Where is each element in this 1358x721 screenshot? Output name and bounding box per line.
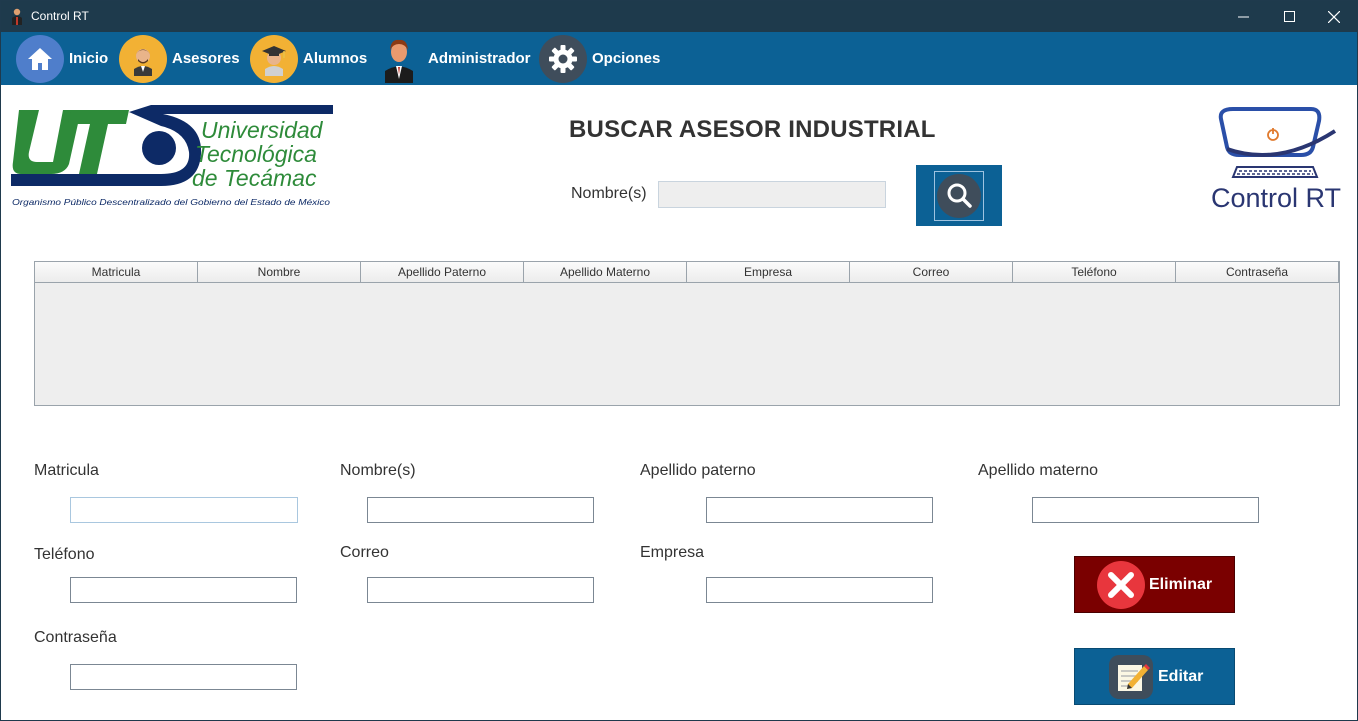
gear-icon (539, 34, 587, 83)
column-header-contrasena[interactable]: Contraseña (1176, 262, 1339, 282)
ut-logo-line2: Tecnológica (195, 141, 317, 167)
nombre-label: Nombre(s) (340, 462, 416, 479)
title-bar: Control RT (1, 1, 1357, 32)
matricula-field[interactable] (70, 497, 298, 523)
control-rt-logo-text: Control RT (1211, 183, 1342, 213)
window-title: Control RT (31, 9, 89, 23)
menu-item-administrador[interactable]: Administrador (375, 32, 531, 85)
results-table[interactable]: Matricula Nombre Apellido Paterno Apelli… (34, 261, 1340, 406)
search-button-focus (934, 170, 984, 221)
column-header-matricula[interactable]: Matricula (35, 262, 198, 282)
menu-item-opciones[interactable]: Opciones (539, 32, 660, 85)
ut-logo-line3: de Tecámac (192, 165, 317, 191)
column-header-empresa[interactable]: Empresa (687, 262, 850, 282)
menu-item-inicio[interactable]: Inicio (16, 32, 108, 85)
ut-logo: Universidad Tecnológica de Tecámac Organ… (11, 105, 333, 207)
empresa-label: Empresa (640, 544, 705, 561)
search-button[interactable] (916, 165, 1002, 226)
column-header-correo[interactable]: Correo (850, 262, 1013, 282)
advisor-icon (119, 34, 167, 83)
apellido-paterno-label: Apellido paterno (640, 462, 756, 479)
matricula-label: Matricula (34, 462, 99, 479)
column-header-apellido-paterno[interactable]: Apellido Paterno (361, 262, 524, 282)
menu-label-alumnos: Alumnos (303, 50, 368, 67)
delete-icon (1097, 560, 1145, 609)
correo-label: Correo (340, 544, 389, 561)
graduate-icon (250, 34, 298, 83)
computer-icon (1218, 107, 1337, 178)
menu-item-asesores[interactable]: Asesores (119, 32, 240, 85)
menu-label-opciones: Opciones (592, 50, 661, 67)
apellido-materno-label: Apellido materno (978, 462, 1099, 479)
app-icon (12, 8, 22, 25)
edit-button[interactable]: Editar (1074, 648, 1235, 705)
telefono-field[interactable] (70, 577, 297, 603)
maximize-button[interactable] (1266, 1, 1312, 32)
menu-label-inicio: Inicio (69, 50, 109, 67)
column-header-nombre[interactable]: Nombre (198, 262, 361, 282)
table-header: Matricula Nombre Apellido Paterno Apelli… (35, 262, 1339, 283)
telefono-label: Teléfono (34, 546, 95, 563)
control-rt-logo: Control RT (1209, 105, 1349, 215)
search-icon (937, 173, 981, 218)
close-icon (1328, 10, 1340, 23)
home-icon (16, 34, 64, 83)
search-label: Nombre(s) (571, 185, 647, 202)
column-header-telefono[interactable]: Teléfono (1013, 262, 1176, 282)
ut-logo-line1: Universidad (201, 117, 324, 143)
delete-button-label: Eliminar (1149, 575, 1213, 593)
maximize-icon (1283, 11, 1295, 22)
delete-button[interactable]: Eliminar (1074, 556, 1235, 613)
apellido-materno-field[interactable] (1032, 497, 1259, 523)
search-input[interactable] (658, 181, 886, 208)
correo-field[interactable] (367, 577, 594, 603)
page-title: BUSCAR ASESOR INDUSTRIAL (569, 116, 936, 143)
minimize-button[interactable] (1220, 1, 1266, 32)
minimize-icon (1237, 16, 1249, 18)
apellido-paterno-field[interactable] (706, 497, 933, 523)
close-button[interactable] (1311, 1, 1357, 32)
menu-label-administrador: Administrador (428, 50, 531, 67)
empresa-field[interactable] (706, 577, 933, 603)
app-window: Control RT Inicio Asesores Alumnos Admin… (0, 0, 1358, 721)
menu-bar: Inicio Asesores Alumnos Administrador Op… (1, 32, 1357, 85)
administrator-icon (375, 35, 423, 83)
contrasena-label: Contraseña (34, 629, 117, 646)
ut-logo-tagline: Organismo Público Descentralizado del Go… (12, 198, 331, 207)
column-header-apellido-materno[interactable]: Apellido Materno (524, 262, 687, 282)
edit-icon (1109, 654, 1153, 699)
menu-item-alumnos[interactable]: Alumnos (250, 32, 367, 85)
edit-button-label: Editar (1158, 667, 1204, 685)
nombre-field[interactable] (367, 497, 594, 523)
contrasena-field[interactable] (70, 664, 297, 690)
menu-label-asesores: Asesores (172, 50, 240, 67)
